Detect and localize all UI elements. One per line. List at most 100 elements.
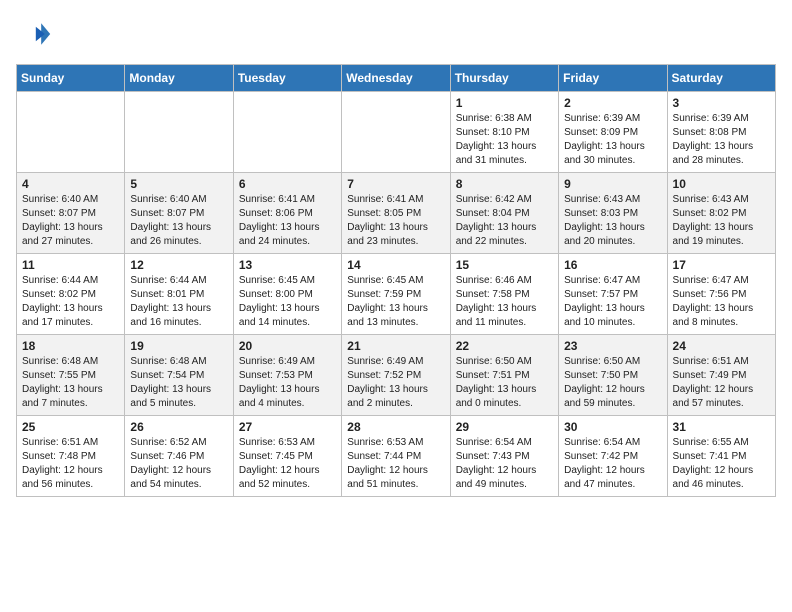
day-info: Sunrise: 6:45 AM Sunset: 7:59 PM Dayligh…	[347, 274, 444, 330]
calendar-cell: 19 Sunrise: 6:48 AM Sunset: 7:54 PM Dayli…	[125, 335, 233, 416]
calendar-table: SundayMondayTuesdayWednesdayThursdayFrid…	[16, 64, 776, 497]
day-info: Sunrise: 6:41 AM Sunset: 8:06 PM Dayligh…	[239, 193, 336, 249]
day-info: Sunrise: 6:55 AM Sunset: 7:41 PM Dayligh…	[673, 436, 770, 492]
day-number: 26	[130, 420, 227, 434]
calendar-cell: 4Sunrise: 6:40 AM Sunset: 8:07 PM Daylig…	[17, 173, 125, 254]
calendar-week-row: 1 Sunrise: 6:38 AM Sunset: 8:10 PM Daylig…	[17, 92, 776, 173]
calendar-cell	[17, 92, 125, 173]
calendar-cell	[233, 92, 341, 173]
day-number: 27	[239, 420, 336, 434]
day-info: Sunrise: 6:54 AM Sunset: 7:43 PM Dayligh…	[456, 436, 553, 492]
column-header-tuesday: Tuesday	[233, 65, 341, 92]
day-info: Sunrise: 6:46 AM Sunset: 7:58 PM Dayligh…	[456, 274, 553, 330]
day-number: 16	[564, 258, 661, 272]
day-number: 1	[456, 96, 553, 110]
calendar-cell: 18 Sunrise: 6:48 AM Sunset: 7:55 PM Dayli…	[17, 335, 125, 416]
day-number: 6	[239, 177, 336, 191]
calendar-cell: 1 Sunrise: 6:38 AM Sunset: 8:10 PM Daylig…	[450, 92, 558, 173]
day-number: 19	[130, 339, 227, 353]
column-header-thursday: Thursday	[450, 65, 558, 92]
calendar-week-row: 4 Sunrise: 6:40 AM Sunset: 8:07 PM Daylig…	[17, 173, 776, 254]
day-number: 7	[347, 177, 444, 191]
day-info: Sunrise: 6:49 AM Sunset: 7:52 PM Dayligh…	[347, 355, 444, 411]
day-number: 21	[347, 339, 444, 353]
calendar-cell: 2Sunrise: 6:39 AM Sunset: 8:09 PM Daylig…	[559, 92, 667, 173]
day-info: Sunrise: 6:42 AM Sunset: 8:04 PM Dayligh…	[456, 193, 553, 249]
calendar-cell: 31 Sunrise: 6:55 AM Sunset: 7:41 PM Dayli…	[667, 416, 775, 497]
day-info: Sunrise: 6:48 AM Sunset: 7:54 PM Dayligh…	[130, 355, 227, 411]
calendar-cell: 13 Sunrise: 6:45 AM Sunset: 8:00 PM Dayli…	[233, 254, 341, 335]
calendar-cell: 17 Sunrise: 6:47 AM Sunset: 7:56 PM Dayli…	[667, 254, 775, 335]
day-info: Sunrise: 6:41 AM Sunset: 8:05 PM Dayligh…	[347, 193, 444, 249]
day-info: Sunrise: 6:44 AM Sunset: 8:02 PM Dayligh…	[22, 274, 119, 330]
calendar-week-row: 18 Sunrise: 6:48 AM Sunset: 7:55 PM Dayli…	[17, 335, 776, 416]
day-number: 29	[456, 420, 553, 434]
day-info: Sunrise: 6:53 AM Sunset: 7:44 PM Dayligh…	[347, 436, 444, 492]
calendar-cell: 26 Sunrise: 6:52 AM Sunset: 7:46 PM Dayli…	[125, 416, 233, 497]
day-info: Sunrise: 6:43 AM Sunset: 8:02 PM Dayligh…	[673, 193, 770, 249]
day-number: 22	[456, 339, 553, 353]
day-info: Sunrise: 6:38 AM Sunset: 8:10 PM Dayligh…	[456, 112, 553, 168]
day-number: 2	[564, 96, 661, 110]
day-number: 10	[673, 177, 770, 191]
calendar-cell: 6 Sunrise: 6:41 AM Sunset: 8:06 PM Daylig…	[233, 173, 341, 254]
calendar-cell	[125, 92, 233, 173]
calendar-cell: 29 Sunrise: 6:54 AM Sunset: 7:43 PM Dayli…	[450, 416, 558, 497]
day-info: Sunrise: 6:53 AM Sunset: 7:45 PM Dayligh…	[239, 436, 336, 492]
day-number: 20	[239, 339, 336, 353]
day-info: Sunrise: 6:49 AM Sunset: 7:53 PM Dayligh…	[239, 355, 336, 411]
calendar-cell: 22 Sunrise: 6:50 AM Sunset: 7:51 PM Dayli…	[450, 335, 558, 416]
day-number: 24	[673, 339, 770, 353]
calendar-cell: 23 Sunrise: 6:50 AM Sunset: 7:50 PM Dayli…	[559, 335, 667, 416]
calendar-cell: 27 Sunrise: 6:53 AM Sunset: 7:45 PM Dayli…	[233, 416, 341, 497]
day-info: Sunrise: 6:39 AM Sunset: 8:08 PM Dayligh…	[673, 112, 770, 168]
calendar-cell: 14 Sunrise: 6:45 AM Sunset: 7:59 PM Dayli…	[342, 254, 450, 335]
calendar-cell: 16Sunrise: 6:47 AM Sunset: 7:57 PM Dayli…	[559, 254, 667, 335]
day-number: 30	[564, 420, 661, 434]
calendar-cell: 12 Sunrise: 6:44 AM Sunset: 8:01 PM Dayli…	[125, 254, 233, 335]
calendar-cell: 3 Sunrise: 6:39 AM Sunset: 8:08 PM Daylig…	[667, 92, 775, 173]
day-info: Sunrise: 6:43 AM Sunset: 8:03 PM Dayligh…	[564, 193, 661, 249]
calendar-cell: 25Sunrise: 6:51 AM Sunset: 7:48 PM Dayli…	[17, 416, 125, 497]
day-info: Sunrise: 6:54 AM Sunset: 7:42 PM Dayligh…	[564, 436, 661, 492]
calendar-cell: 24Sunrise: 6:51 AM Sunset: 7:49 PM Dayli…	[667, 335, 775, 416]
day-number: 9	[564, 177, 661, 191]
day-info: Sunrise: 6:40 AM Sunset: 8:07 PM Dayligh…	[130, 193, 227, 249]
day-number: 13	[239, 258, 336, 272]
day-number: 8	[456, 177, 553, 191]
day-number: 14	[347, 258, 444, 272]
day-number: 3	[673, 96, 770, 110]
day-number: 4	[22, 177, 119, 191]
day-info: Sunrise: 6:51 AM Sunset: 7:48 PM Dayligh…	[22, 436, 119, 492]
calendar-week-row: 25Sunrise: 6:51 AM Sunset: 7:48 PM Dayli…	[17, 416, 776, 497]
page-header	[16, 16, 776, 52]
day-number: 17	[673, 258, 770, 272]
day-number: 31	[673, 420, 770, 434]
calendar-cell: 15 Sunrise: 6:46 AM Sunset: 7:58 PM Dayli…	[450, 254, 558, 335]
calendar-cell: 20 Sunrise: 6:49 AM Sunset: 7:53 PM Dayli…	[233, 335, 341, 416]
calendar-header-row: SundayMondayTuesdayWednesdayThursdayFrid…	[17, 65, 776, 92]
day-number: 23	[564, 339, 661, 353]
day-info: Sunrise: 6:50 AM Sunset: 7:51 PM Dayligh…	[456, 355, 553, 411]
logo	[16, 16, 56, 52]
calendar-cell: 21 Sunrise: 6:49 AM Sunset: 7:52 PM Dayli…	[342, 335, 450, 416]
calendar-cell: 28Sunrise: 6:53 AM Sunset: 7:44 PM Dayli…	[342, 416, 450, 497]
day-number: 5	[130, 177, 227, 191]
calendar-cell: 9 Sunrise: 6:43 AM Sunset: 8:03 PM Daylig…	[559, 173, 667, 254]
column-header-sunday: Sunday	[17, 65, 125, 92]
day-info: Sunrise: 6:44 AM Sunset: 8:01 PM Dayligh…	[130, 274, 227, 330]
column-header-friday: Friday	[559, 65, 667, 92]
calendar-cell: 8 Sunrise: 6:42 AM Sunset: 8:04 PM Daylig…	[450, 173, 558, 254]
day-number: 18	[22, 339, 119, 353]
calendar-week-row: 11 Sunrise: 6:44 AM Sunset: 8:02 PM Dayli…	[17, 254, 776, 335]
day-number: 15	[456, 258, 553, 272]
day-info: Sunrise: 6:45 AM Sunset: 8:00 PM Dayligh…	[239, 274, 336, 330]
day-number: 11	[22, 258, 119, 272]
day-info: Sunrise: 6:50 AM Sunset: 7:50 PM Dayligh…	[564, 355, 661, 411]
day-info: Sunrise: 6:48 AM Sunset: 7:55 PM Dayligh…	[22, 355, 119, 411]
day-info: Sunrise: 6:47 AM Sunset: 7:56 PM Dayligh…	[673, 274, 770, 330]
column-header-wednesday: Wednesday	[342, 65, 450, 92]
calendar-cell: 7 Sunrise: 6:41 AM Sunset: 8:05 PM Daylig…	[342, 173, 450, 254]
day-info: Sunrise: 6:52 AM Sunset: 7:46 PM Dayligh…	[130, 436, 227, 492]
day-number: 12	[130, 258, 227, 272]
